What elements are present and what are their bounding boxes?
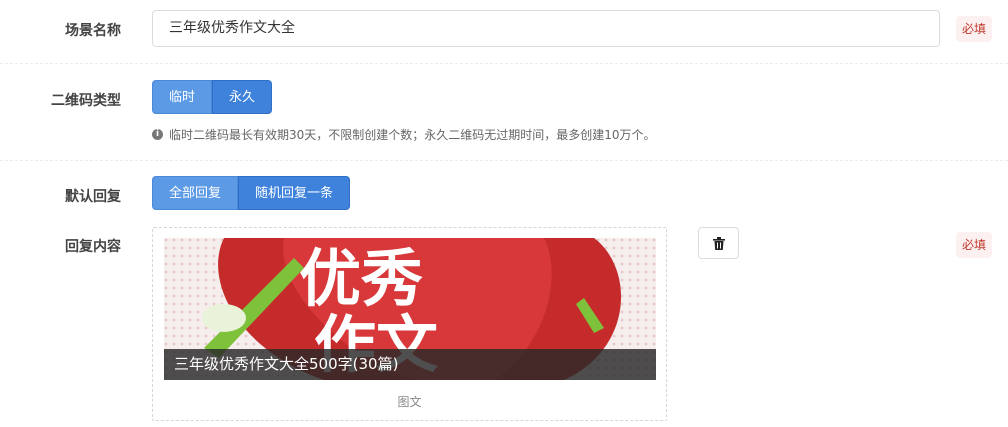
qr-type-temporary-button[interactable]: 临时 — [152, 80, 213, 114]
delete-content-button[interactable] — [698, 227, 739, 259]
article-title: 三年级优秀作文大全500字(30篇) — [164, 349, 656, 380]
reply-random-button[interactable]: 随机回复一条 — [238, 176, 351, 210]
info-icon: i — [152, 129, 163, 140]
qr-type-label: 二维码类型 — [51, 93, 121, 109]
card-type-label: 图文 — [397, 395, 422, 409]
reply-all-button[interactable]: 全部回复 — [152, 176, 239, 210]
scene-name-label: 场景名称 — [65, 23, 121, 39]
scene-name-input[interactable]: 三年级优秀作文大全 — [152, 10, 940, 47]
qr-type-toggle: 临时 永久 — [152, 80, 273, 114]
default-reply-label: 默认回复 — [65, 189, 121, 205]
reply-content-required-badge: 必填 — [956, 232, 992, 258]
trash-icon — [712, 236, 725, 250]
scene-name-row: 场景名称 三年级优秀作文大全 必填 — [0, 0, 1008, 63]
divider — [0, 160, 1008, 161]
reply-content-card[interactable]: 优秀 作文 三年级优秀作文大全500字(30篇) 图文 — [152, 227, 667, 421]
default-reply-toggle: 全部回复 随机回复一条 — [152, 176, 351, 210]
qr-type-permanent-button[interactable]: 永久 — [212, 80, 273, 114]
cover-text-1: 优秀 — [299, 242, 423, 315]
qr-type-help: i 临时二维码最长有效期30天，不限制创建个数；永久二维码无过期时间，最多创建1… — [152, 126, 656, 143]
article-thumbnail: 优秀 作文 三年级优秀作文大全500字(30篇) — [164, 238, 656, 380]
qr-type-help-text: 临时二维码最长有效期30天，不限制创建个数；永久二维码无过期时间，最多创建10万… — [169, 128, 656, 142]
reply-content-label: 回复内容 — [65, 239, 121, 255]
scene-name-required-badge: 必填 — [956, 16, 992, 42]
